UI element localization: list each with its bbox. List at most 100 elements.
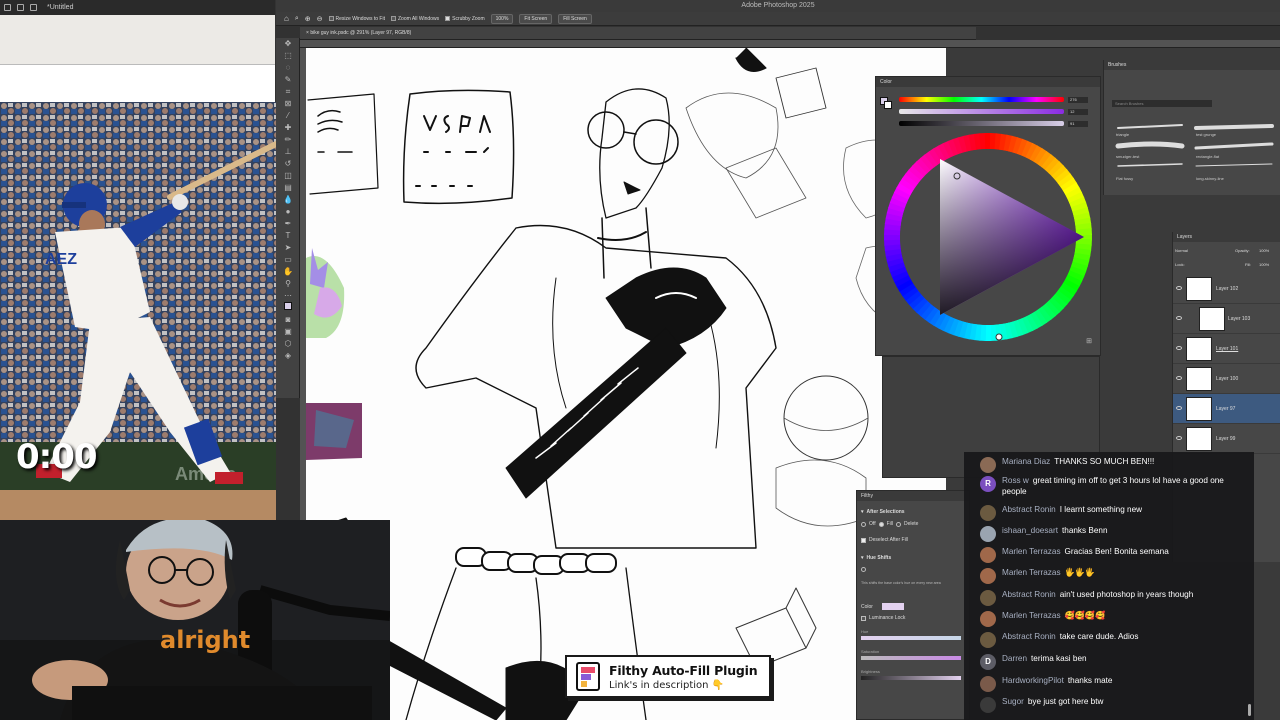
visibility-eye-icon[interactable] xyxy=(1176,316,1182,320)
layer-row[interactable]: Layer 99 xyxy=(1173,424,1280,454)
brush-name-long-skinny-line[interactable]: long-skinny-line xyxy=(1196,176,1224,181)
crop-tool-icon[interactable]: ⌗ xyxy=(276,86,300,98)
move-tool-icon[interactable]: ✥ xyxy=(276,38,300,50)
brush-name-test-grunge[interactable]: test grunge xyxy=(1196,132,1216,137)
eyedropper-tool-icon[interactable]: ⁄ xyxy=(276,110,300,122)
chat-avatar[interactable] xyxy=(980,632,996,648)
fill-screen-button[interactable]: Fill Screen xyxy=(558,13,592,24)
close-icon[interactable] xyxy=(30,4,37,11)
zoom-tool-icon-2[interactable]: ⚲ xyxy=(276,278,300,290)
history-brush-icon[interactable]: ↺ xyxy=(276,158,300,170)
fill-radio[interactable] xyxy=(878,521,884,527)
zoom-out-icon[interactable]: ⊖ xyxy=(317,15,323,23)
minimize-icon[interactable] xyxy=(4,4,11,11)
after-selections-header[interactable]: ▾ After Selections xyxy=(861,509,905,515)
eraser-tool-icon[interactable]: ◫ xyxy=(276,170,300,182)
brush-name-smudger-test[interactable]: smudger-test xyxy=(1116,154,1139,159)
tab-close-icon[interactable]: × xyxy=(306,30,309,36)
hue-shifts-header[interactable]: ▾ Hue Shifts xyxy=(861,555,891,561)
blur-tool-icon[interactable]: 💧 xyxy=(276,194,300,206)
maximize-icon[interactable] xyxy=(17,4,24,11)
stamp-tool-icon[interactable]: ⊥ xyxy=(276,146,300,158)
hue-value[interactable]: 276 xyxy=(1068,97,1088,103)
chat-author[interactable]: Darren xyxy=(1002,654,1027,663)
visibility-eye-icon[interactable] xyxy=(1176,376,1182,380)
chat-author[interactable]: Ross w xyxy=(1002,476,1029,485)
quick-select-tool-icon[interactable]: ✎ xyxy=(276,74,300,86)
blend-mode-select[interactable]: Normal xyxy=(1175,248,1188,253)
chat-avatar[interactable] xyxy=(980,505,996,521)
chat-author[interactable]: ishaan_doesart xyxy=(1002,526,1058,535)
chat-author[interactable]: Abstract Ronin xyxy=(1002,505,1056,514)
chat-avatar[interactable] xyxy=(980,457,996,473)
layer-row[interactable]: Layer 103 xyxy=(1173,304,1280,334)
layer-row[interactable]: Layer 100 xyxy=(1173,364,1280,394)
chat-avatar[interactable] xyxy=(980,547,996,563)
type-tool-icon[interactable]: T xyxy=(276,230,300,242)
deselect-checkbox[interactable] xyxy=(861,537,866,543)
hand-tool-icon[interactable]: ✋ xyxy=(276,266,300,278)
chat-avatar[interactable] xyxy=(980,568,996,584)
chat-author[interactable]: HardworkingPilot xyxy=(1002,676,1064,685)
fill-value[interactable]: 100% xyxy=(1259,262,1269,267)
brush-name-flat-fussy[interactable]: Flat fussy xyxy=(1116,176,1133,181)
brush-search-input[interactable]: Search Brushes xyxy=(1112,100,1212,107)
scrubby-zoom-checkbox[interactable]: Scrubby Zoom xyxy=(445,16,485,22)
resize-windows-checkbox[interactable]: Resize Windows to Fit xyxy=(328,16,385,22)
hue-range-slider[interactable] xyxy=(861,636,961,640)
visibility-eye-icon[interactable] xyxy=(1176,346,1182,350)
hue-shift-toggle[interactable] xyxy=(861,567,866,572)
hue-slider[interactable] xyxy=(899,97,1064,102)
visibility-eye-icon[interactable] xyxy=(1176,286,1182,290)
zoom-100-button[interactable]: 100% xyxy=(490,13,514,24)
layer-row[interactable]: Layer 101 xyxy=(1173,334,1280,364)
marquee-tool-icon[interactable]: ⬚ xyxy=(276,50,300,62)
screen-mode-icon[interactable]: ▣ xyxy=(276,326,300,338)
deselect-after-fill-row[interactable]: Deselect After Fill xyxy=(861,537,908,543)
extra-tool-icon[interactable]: ⬡ xyxy=(276,338,300,350)
luminance-lock-row[interactable]: Luminance Lock xyxy=(861,615,905,621)
healing-tool-icon[interactable]: ✚ xyxy=(276,122,300,134)
chat-author[interactable]: Mariana Diaz xyxy=(1002,457,1050,466)
fit-screen-button[interactable]: Fit Screen xyxy=(519,13,553,24)
off-radio[interactable] xyxy=(861,521,866,527)
delete-radio[interactable] xyxy=(895,521,901,527)
chat-author[interactable]: Marlen Terrazas xyxy=(1002,568,1061,577)
fg-bg-swatch[interactable] xyxy=(880,97,892,109)
panel-menu-icon[interactable]: ⊞ xyxy=(1086,337,1092,345)
layer-row-selected[interactable]: Layer 97 xyxy=(1173,394,1280,424)
chat-avatar[interactable] xyxy=(980,611,996,627)
pen-tool-icon[interactable]: ✒ xyxy=(276,218,300,230)
plugin-tool-icon[interactable]: ◈ xyxy=(276,350,300,362)
layer-row[interactable]: Layer 102 xyxy=(1173,274,1280,304)
chat-avatar[interactable] xyxy=(980,590,996,606)
visibility-eye-icon[interactable] xyxy=(1176,436,1182,440)
chat-avatar[interactable] xyxy=(980,526,996,542)
brush-name-rectangle-flat[interactable]: rectangle-flat xyxy=(1196,154,1219,159)
opacity-value[interactable]: 100% xyxy=(1259,248,1269,253)
saturation-value[interactable]: 12 xyxy=(1068,109,1088,115)
quick-mask-icon[interactable]: ◙ xyxy=(276,314,300,326)
drawing-canvas[interactable] xyxy=(306,48,946,720)
zoom-all-windows-checkbox[interactable]: Zoom All Windows xyxy=(390,16,439,22)
chat-scrollbar[interactable] xyxy=(1248,704,1251,716)
zoom-in-icon[interactable]: ⊕ xyxy=(305,15,311,23)
saturation-slider[interactable] xyxy=(899,109,1064,114)
more-tools-icon[interactable]: ⋯ xyxy=(276,290,300,302)
plugin-promo-banner[interactable]: Filthy Auto-Fill Plugin Link's in descri… xyxy=(565,655,771,698)
chat-avatar[interactable]: D xyxy=(980,654,996,670)
lasso-tool-icon[interactable]: ◌ xyxy=(276,62,300,74)
foreground-color-swatch[interactable] xyxy=(276,302,300,314)
saturation-range-slider[interactable] xyxy=(861,656,961,660)
frame-tool-icon[interactable]: ⊠ xyxy=(276,98,300,110)
home-icon[interactable]: ⌂ xyxy=(284,14,289,23)
chat-author[interactable]: Sugor xyxy=(1002,697,1024,706)
chat-author[interactable]: Abstract Ronin xyxy=(1002,590,1056,599)
brightness-range-slider[interactable] xyxy=(861,676,961,680)
chat-avatar[interactable] xyxy=(980,676,996,692)
document-tab[interactable]: × bike guy ink.psdc @ 291% (Layer 97, RG… xyxy=(300,27,976,40)
chat-author[interactable]: Abstract Ronin xyxy=(1002,632,1056,641)
path-select-icon[interactable]: ➤ xyxy=(276,242,300,254)
zoom-tool-icon[interactable]: ⌕ xyxy=(295,15,299,23)
chat-avatar[interactable] xyxy=(980,697,996,713)
